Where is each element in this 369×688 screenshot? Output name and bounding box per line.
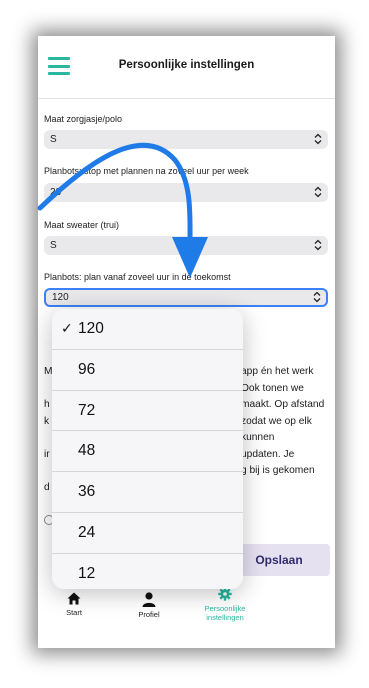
body-text-right: app én het werk Ook tonen we maakt. Op a… xyxy=(241,364,324,480)
body-line: kunnen xyxy=(241,432,275,443)
option-label: 36 xyxy=(78,483,96,501)
tab-start[interactable]: Start xyxy=(56,592,92,617)
dropdown-option[interactable]: 36 xyxy=(52,472,243,513)
chevron-updown-icon xyxy=(314,239,322,251)
label-planbots-stop: Planbots: stop met plannen na zoveel uur… xyxy=(44,166,249,176)
label-planbots-plan: Planbots: plan vanaf zoveel uur in de to… xyxy=(44,272,231,282)
dropdown-menu: ✓ 120 96 72 48 36 24 12 xyxy=(52,309,243,589)
select-value: 120 xyxy=(52,292,69,303)
option-label: 96 xyxy=(78,360,96,378)
body-line: app én het werk xyxy=(241,366,314,377)
body-line: g bij is gekomen xyxy=(241,465,315,476)
gear-icon xyxy=(218,587,232,601)
tab-label: Start xyxy=(66,608,82,617)
option-label: 120 xyxy=(78,320,104,337)
tab-label: Profiel xyxy=(138,610,160,619)
save-button[interactable]: Opslaan xyxy=(228,544,330,576)
body-line: maakt. Op afstand xyxy=(241,399,325,410)
chevron-updown-icon xyxy=(314,133,322,145)
home-icon xyxy=(67,592,81,605)
option-label: 24 xyxy=(78,523,96,541)
select-planbots-plan[interactable]: 120 xyxy=(44,288,328,307)
dropdown-option[interactable]: 12 xyxy=(52,554,243,589)
dropdown-option-selected[interactable]: ✓ 120 xyxy=(52,309,243,350)
select-value: S xyxy=(50,240,57,251)
person-icon xyxy=(142,592,156,607)
select-maat-sweater[interactable]: S xyxy=(44,236,328,255)
select-value: 23 xyxy=(50,187,62,198)
option-label: 48 xyxy=(78,442,96,460)
tab-label: Persoonlijke instellingen xyxy=(204,604,246,622)
tab-persoonlijke-instellingen[interactable]: Persoonlijke instellingen xyxy=(190,587,260,622)
body-line: Ook tonen we xyxy=(241,382,304,394)
dropdown-option[interactable]: 24 xyxy=(52,513,243,554)
bottom-tab-bar: Start Profiel Persoonlijke instellingen xyxy=(38,582,335,648)
dropdown-option[interactable]: 72 xyxy=(52,391,243,432)
option-label: 12 xyxy=(78,564,96,582)
chevron-updown-icon xyxy=(313,291,321,303)
label-maat-sweater: Maat sweater (trui) xyxy=(44,220,120,230)
select-value: S xyxy=(50,134,57,145)
chevron-updown-icon xyxy=(314,186,322,198)
select-maat-zorgjasje[interactable]: S xyxy=(44,130,328,149)
dropdown-option[interactable]: 96 xyxy=(52,350,243,391)
checkmark-icon: ✓ xyxy=(61,320,73,336)
body-line: updaten. Je xyxy=(241,448,295,460)
body-line: zodat we op elk xyxy=(241,415,312,427)
top-bar: Persoonlijke instellingen xyxy=(38,36,335,99)
dropdown-option[interactable]: 48 xyxy=(52,431,243,473)
tab-profiel[interactable]: Profiel xyxy=(131,592,167,619)
page-title: Persoonlijke instellingen xyxy=(118,59,255,71)
label-maat-zorgjasje: Maat zorgjasje/polo xyxy=(44,114,123,124)
option-label: 72 xyxy=(78,401,96,419)
select-planbots-stop[interactable]: 23 xyxy=(44,183,328,202)
